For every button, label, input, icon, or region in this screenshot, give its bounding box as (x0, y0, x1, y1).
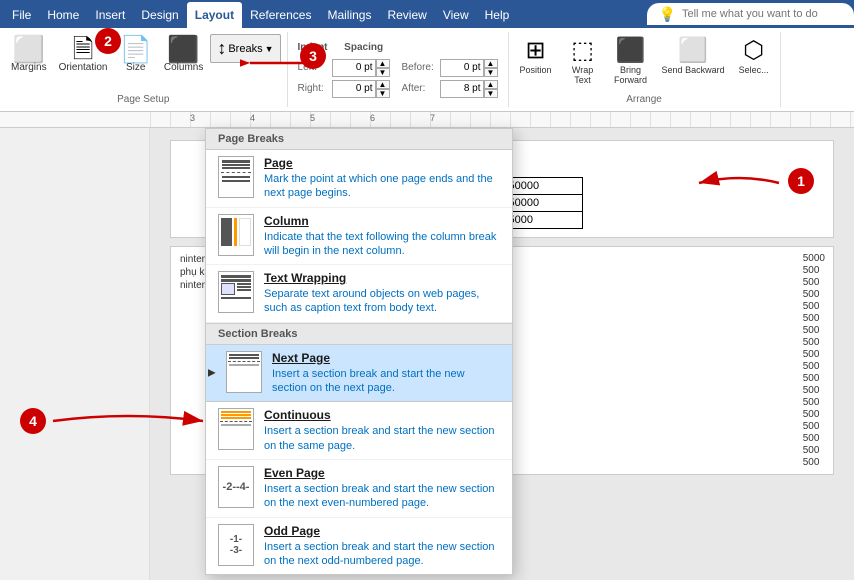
spacing-after-up[interactable]: ▲ (484, 80, 498, 89)
spacing-before-input[interactable] (440, 59, 484, 77)
indent-left-up[interactable]: ▲ (376, 59, 390, 68)
page-setup-label: Page Setup (6, 94, 281, 105)
dropdown-item-odd-page[interactable]: -1- -3- Odd Page Insert a section break … (206, 518, 512, 575)
lightbulb-icon: 💡 (659, 6, 676, 23)
spacing-before-up[interactable]: ▲ (484, 59, 498, 68)
wrap-text-button[interactable]: ⬚ Wrap Text (561, 34, 605, 87)
next-page-icon (226, 351, 262, 393)
next-page-item-text: Next Page Insert a section break and sta… (272, 351, 500, 396)
dropdown-item-continuous[interactable]: Continuous Insert a section break and st… (206, 402, 512, 460)
column-icon (218, 214, 254, 256)
page-setup-group: ⬜ Margins 🗎 Orientation 📄 Size ⬛ Columns (0, 32, 288, 107)
odd-page-icon: -1- -3- (218, 524, 254, 566)
section-breaks-header: Section Breaks (206, 323, 512, 345)
ribbon-tabs-row: File Home Insert Design Layout Reference… (0, 0, 854, 28)
breaks-button[interactable]: ↕ Breaks ▼ (210, 34, 280, 63)
ribbon-bar: ⬜ Margins 🗎 Orientation 📄 Size ⬛ Columns (0, 28, 854, 112)
indent-right-input[interactable] (332, 80, 376, 98)
send-backward-button[interactable]: ⬜ Send Backward (657, 34, 730, 77)
annotation-3: 3 (300, 43, 326, 69)
arrange-group: ⊞ Position ⬚ Wrap Text ⬛ Bring Forward ⬜… (509, 32, 781, 107)
page-breaks-header: Page Breaks (206, 129, 512, 150)
ruler: 3 4 5 6 7 (0, 112, 854, 128)
tellme-input[interactable] (682, 8, 842, 20)
tab-home[interactable]: Home (39, 2, 87, 28)
selected-arrow-icon: ▶ (208, 368, 216, 379)
tab-help[interactable]: Help (477, 2, 518, 28)
dropdown-item-even-page[interactable]: -2--4- Even Page Insert a section break … (206, 460, 512, 518)
dropdown-item-next-page[interactable]: ▶ Next Page Insert a section break and s… (206, 345, 512, 403)
tab-references[interactable]: References (242, 2, 319, 28)
text-wrap-item-text: Text Wrapping Separate text around objec… (264, 271, 500, 316)
page-icon (218, 156, 254, 198)
columns-button[interactable]: ⬛ Columns (159, 34, 208, 75)
tab-layout[interactable]: Layout (187, 2, 242, 28)
indent-spacing-group: Indent Spacing Left: ▲ ▼ (288, 32, 509, 107)
tellme-bar: 💡 (647, 3, 854, 25)
main-area: 50000 50000 5000 nintendo switch giá phụ… (0, 128, 854, 580)
ribbon: File Home Insert Design Layout Reference… (0, 0, 854, 112)
bring-forward-button[interactable]: ⬛ Bring Forward (609, 34, 653, 87)
annotation-1: 1 (788, 168, 814, 194)
spacing-before-down[interactable]: ▼ (484, 68, 498, 77)
page-item-text: Page Mark the point at which one page en… (264, 156, 500, 201)
arrange-label: Arrange (515, 94, 774, 105)
position-button[interactable]: ⊞ Position (515, 34, 557, 77)
even-page-item-text: Even Page Insert a section break and sta… (264, 466, 500, 511)
tab-file[interactable]: File (4, 2, 39, 28)
even-page-icon: -2--4- (218, 466, 254, 508)
spacing-after-down[interactable]: ▼ (484, 89, 498, 98)
select-button[interactable]: ⬡ Selec... (734, 34, 774, 77)
continuous-item-text: Continuous Insert a section break and st… (264, 408, 500, 453)
tab-review[interactable]: Review (379, 2, 434, 28)
tab-mailings[interactable]: Mailings (319, 2, 379, 28)
odd-page-item-text: Odd Page Insert a section break and star… (264, 524, 500, 569)
text-wrap-icon (218, 271, 254, 313)
annotation-2: 2 (95, 28, 121, 54)
indent-right-up[interactable]: ▲ (376, 80, 390, 89)
indent-right-down[interactable]: ▼ (376, 89, 390, 98)
column-item-text: Column Indicate that the text following … (264, 214, 500, 259)
left-sidebar (0, 128, 150, 580)
tab-view[interactable]: View (435, 2, 477, 28)
tab-insert[interactable]: Insert (87, 2, 133, 28)
annotation-4: 4 (20, 408, 46, 434)
dropdown-item-column[interactable]: Column Indicate that the text following … (206, 208, 512, 266)
continuous-icon (218, 408, 254, 450)
indent-left-down[interactable]: ▼ (376, 68, 390, 77)
breaks-dropdown: Page Breaks Page Mark the point at which… (205, 128, 513, 575)
tab-design[interactable]: Design (133, 2, 186, 28)
spacing-after-input[interactable] (440, 80, 484, 98)
dropdown-item-text-wrapping[interactable]: Text Wrapping Separate text around objec… (206, 265, 512, 323)
indent-left-input[interactable] (332, 59, 376, 77)
margins-button[interactable]: ⬜ Margins (6, 34, 52, 75)
dropdown-item-page[interactable]: Page Mark the point at which one page en… (206, 150, 512, 208)
